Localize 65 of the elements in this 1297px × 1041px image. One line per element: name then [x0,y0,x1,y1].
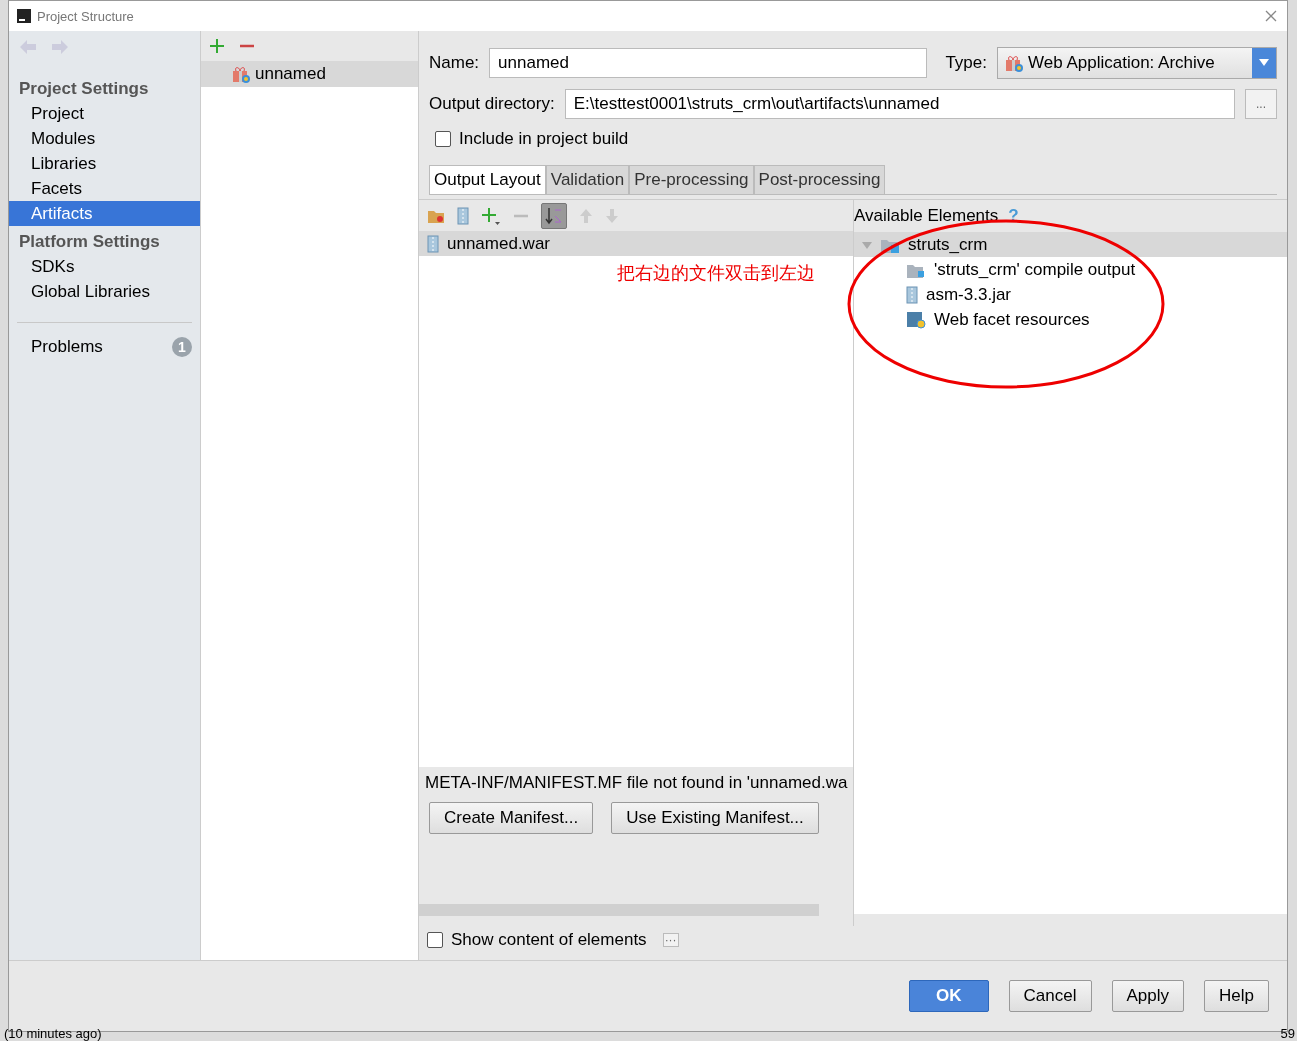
name-label: Name: [429,53,480,73]
window-title: Project Structure [37,8,134,24]
artifact-item[interactable]: unnamed [201,61,418,87]
gift-icon [1004,53,1024,73]
move-down-icon[interactable] [605,207,619,224]
checkbox[interactable] [435,131,451,147]
add-icon[interactable] [481,206,501,225]
add-icon[interactable] [209,38,225,54]
checkbox[interactable] [427,932,443,948]
dropdown-arrow-icon[interactable] [1259,59,1269,67]
sidebar-item[interactable]: Project [9,101,200,126]
sidebar-item[interactable]: Libraries [9,151,200,176]
gift-icon [231,64,251,84]
manifest-button[interactable]: Create Manifest... [429,802,594,835]
type-dropdown[interactable]: Web Application: Archive [997,47,1277,79]
panel-title: Available Elements [854,206,999,226]
checkbox-label: Include in project build [459,129,629,149]
status-text: (10 minutes ago) [4,1027,102,1041]
output-directory-field[interactable]: E:\testtest0001\struts_crm\out\artifacts\unnamed [564,89,1235,119]
archive-icon [906,285,918,304]
section-header: Project Settings [18,78,150,100]
manifest-button[interactable]: Use Existing Manifest... [611,802,819,835]
tree-row[interactable]: unnamed.war [419,231,853,256]
sidebar-item[interactable]: Facets [9,176,200,201]
tree-row[interactable]: struts_crm [854,232,1287,257]
status-text: 59 [1280,1027,1295,1041]
dialog-button[interactable]: Cancel [1008,980,1092,1012]
sidebar-item[interactable]: Artifacts [9,201,200,226]
sidebar-item[interactable]: Problems [31,337,103,357]
tree-row[interactable]: Web facet resources [854,307,1287,332]
type-label: Type: [945,53,987,73]
sort-button[interactable] [541,202,567,229]
tab[interactable]: Output Layout [429,165,546,194]
tree-row[interactable]: asm-3.3.jar [854,282,1287,307]
annotation-text: 把右边的文件双击到左边 [617,262,815,285]
section-header: Platform Settings [18,231,161,253]
tree-label: Web facet resources [934,309,1090,330]
tree-label: struts_crm [908,234,988,255]
scrollbar[interactable] [419,904,819,916]
browse-button[interactable]: ... [1245,89,1277,119]
tree-label: unnamed.war [447,233,550,254]
expand-icon[interactable] [862,239,872,250]
tree-label: 'struts_crm' compile output [934,259,1136,280]
dialog-button[interactable]: Apply [1111,980,1185,1012]
count-badge: 1 [172,337,192,357]
tree-row[interactable]: 'struts_crm' compile output [854,257,1287,282]
name-field[interactable]: unnamed [489,48,928,78]
output-label: Output directory: [429,94,555,114]
sidebar-item[interactable]: Global Libraries [9,279,200,304]
tab[interactable]: Post-processing [753,165,886,194]
sidebar-item[interactable]: Modules [9,126,200,151]
sidebar-item[interactable]: SDKs [9,254,200,279]
more-button[interactable]: ··· [662,933,679,947]
web-resource-icon [906,310,926,329]
archive-icon [427,234,439,253]
checkbox-label: Show content of elements [451,930,647,950]
tab[interactable]: Validation [545,165,630,194]
close-icon[interactable] [1265,10,1277,22]
archive-icon [457,206,469,225]
dialog-button[interactable]: OK [909,980,989,1012]
tree-label: asm-3.3.jar [926,284,1012,305]
dialog-button[interactable]: Help [1204,980,1269,1012]
move-up-icon[interactable] [579,207,593,224]
tab[interactable]: Pre-processing [629,165,754,194]
warning-message: META-INF/MANIFEST.MF file not found in 'unnamed.wa [424,772,849,793]
